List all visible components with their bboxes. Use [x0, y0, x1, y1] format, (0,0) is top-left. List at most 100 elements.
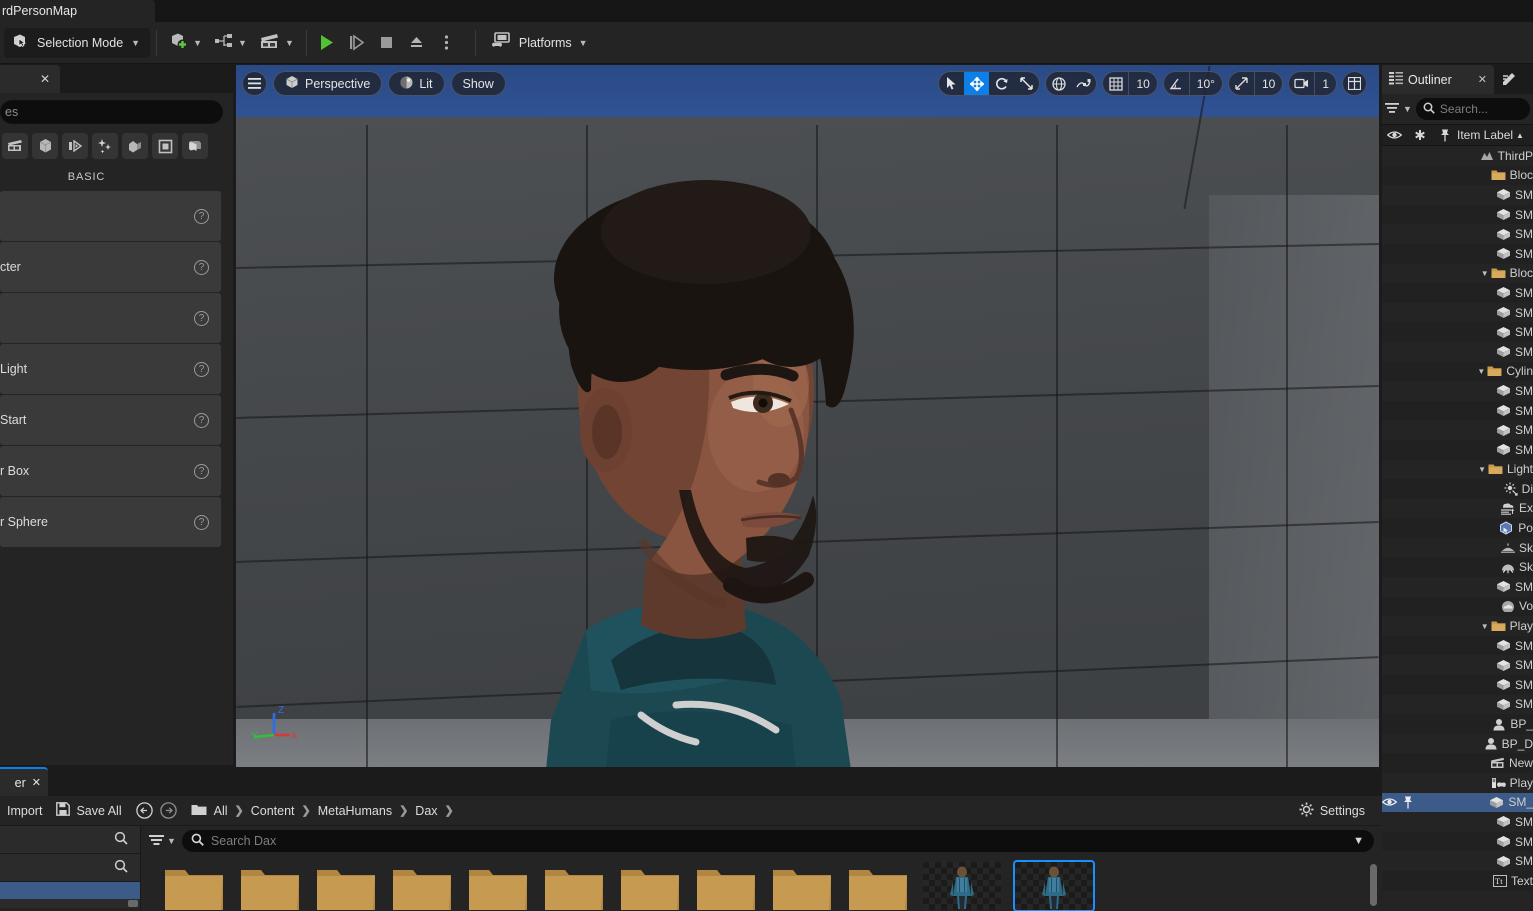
- item-label-column-header[interactable]: Item Label ▲: [1457, 128, 1533, 142]
- outliner-row[interactable]: SM: [1382, 420, 1533, 440]
- outliner-tab[interactable]: Outliner ✕: [1382, 65, 1494, 94]
- globe-icon[interactable]: [1046, 72, 1071, 95]
- outliner-row[interactable]: ▼ Bloc: [1382, 264, 1533, 284]
- folder-tile[interactable]: [163, 862, 225, 910]
- outliner-row[interactable]: SM_: [1382, 792, 1533, 813]
- star-icon[interactable]: [1407, 129, 1432, 141]
- cinematics-dropdown[interactable]: ▼: [253, 28, 300, 58]
- scale-snap-icon[interactable]: [1229, 72, 1254, 95]
- close-icon[interactable]: ✕: [40, 72, 50, 86]
- sources-search-row-bottom[interactable]: [0, 854, 140, 882]
- folder-tile[interactable]: [771, 862, 833, 910]
- close-icon[interactable]: ✕: [32, 776, 41, 789]
- folder-tile[interactable]: [391, 862, 453, 910]
- platforms-dropdown[interactable]: Platforms ▼: [482, 28, 596, 58]
- outliner-row[interactable]: BP_: [1382, 714, 1533, 734]
- outliner-row[interactable]: Play: [1382, 773, 1533, 793]
- category-basic-icon[interactable]: [32, 133, 58, 159]
- expand-caret-icon[interactable]: ▼: [1478, 465, 1486, 474]
- help-icon[interactable]: ?: [194, 514, 209, 530]
- place-actors-search-input[interactable]: es: [0, 100, 223, 124]
- breadcrumb-all[interactable]: All: [214, 804, 228, 818]
- sources-horizontal-scrollbar[interactable]: [0, 899, 140, 908]
- import-button[interactable]: Import: [0, 798, 49, 824]
- asset-search-input[interactable]: Search Dax ▼: [181, 830, 1374, 852]
- eye-icon[interactable]: [1382, 130, 1407, 140]
- outliner-row[interactable]: ▼ Cylin: [1382, 361, 1533, 382]
- category-geometry-icon[interactable]: [122, 133, 148, 159]
- angle-snap-icon[interactable]: [1164, 72, 1189, 95]
- outliner-row[interactable]: SM: [1382, 303, 1533, 323]
- outliner-row[interactable]: SM: [1382, 695, 1533, 715]
- place-actor-item[interactable]: cter ?: [0, 242, 221, 292]
- viewport-viewmode-dropdown[interactable]: Lit: [388, 71, 445, 96]
- content-browser-tab[interactable]: er ✕: [0, 767, 48, 796]
- outliner-row[interactable]: SM: [1382, 224, 1533, 244]
- sources-tree-selected-row[interactable]: [0, 882, 140, 899]
- viewport-show-dropdown[interactable]: Show: [450, 71, 506, 96]
- level-viewport[interactable]: Perspective Lit Show 10 10° 10 1 Z X Y: [236, 65, 1379, 767]
- outliner-row[interactable]: New: [1382, 753, 1533, 773]
- angle-snap-value[interactable]: 10°: [1188, 72, 1222, 95]
- place-actor-item[interactable]: Start ?: [0, 395, 221, 445]
- outliner-row[interactable]: SM: [1382, 381, 1533, 401]
- asset-filter-dropdown[interactable]: ▼: [149, 834, 176, 849]
- filter-icon[interactable]: [1385, 102, 1399, 117]
- place-actor-item[interactable]: Light ?: [0, 344, 221, 394]
- outliner-row[interactable]: SM: [1382, 851, 1533, 871]
- viewport-perspective-dropdown[interactable]: Perspective: [273, 71, 383, 96]
- close-icon[interactable]: ✕: [1478, 73, 1487, 86]
- metahuman-thumbnail[interactable]: [923, 862, 1001, 910]
- folder-tile[interactable]: [695, 862, 757, 910]
- category-volumes-icon[interactable]: [152, 133, 178, 159]
- outliner-row[interactable]: SM: [1382, 655, 1533, 675]
- outliner-row[interactable]: SM: [1382, 204, 1533, 225]
- folder-tile[interactable]: [619, 862, 681, 910]
- category-lights-icon[interactable]: [62, 133, 88, 159]
- place-actor-item[interactable]: ?: [0, 191, 221, 241]
- row-pin-toggle[interactable]: [1403, 796, 1413, 809]
- outliner-search-input[interactable]: Search...: [1415, 98, 1530, 120]
- outliner-row[interactable]: SM: [1382, 243, 1533, 264]
- outliner-row[interactable]: Di: [1382, 479, 1533, 499]
- level-tab-thirdpersonmap[interactable]: rdPersonMap: [0, 0, 155, 22]
- place-actors-tab[interactable]: ✕: [0, 65, 60, 93]
- skip-play-button[interactable]: [343, 29, 371, 57]
- folder-tile[interactable]: [847, 862, 909, 910]
- outliner-row[interactable]: SM: [1382, 439, 1533, 460]
- expand-caret-icon[interactable]: ▼: [1481, 269, 1489, 278]
- outliner-row[interactable]: SM: [1382, 400, 1533, 421]
- scale-tool-button[interactable]: [1014, 72, 1039, 95]
- outliner-row[interactable]: SM: [1382, 322, 1533, 342]
- outliner-row[interactable]: SM: [1382, 812, 1533, 832]
- play-button[interactable]: [313, 29, 341, 57]
- eject-button[interactable]: [403, 29, 431, 57]
- outliner-row[interactable]: ▼ Light: [1382, 460, 1533, 480]
- expand-caret-icon[interactable]: ▼: [1481, 622, 1489, 631]
- category-all-classes-icon[interactable]: [182, 133, 208, 159]
- viewport-layout-icon[interactable]: [1342, 71, 1367, 96]
- expand-caret-icon[interactable]: ▼: [1477, 367, 1485, 376]
- sources-search-row-top[interactable]: [0, 826, 140, 854]
- outliner-row[interactable]: Bloc: [1382, 165, 1533, 186]
- help-icon[interactable]: ?: [194, 208, 209, 224]
- outliner-row[interactable]: BP_D: [1382, 734, 1533, 754]
- outliner-row[interactable]: ▼ Play: [1382, 616, 1533, 636]
- metahuman-thumbnail[interactable]: [1013, 860, 1095, 911]
- outliner-row[interactable]: Po: [1382, 518, 1533, 538]
- outliner-row[interactable]: Tt Text: [1382, 870, 1533, 891]
- outliner-row[interactable]: Sk: [1382, 538, 1533, 558]
- folder-tile[interactable]: [467, 862, 529, 910]
- stop-button[interactable]: [373, 29, 401, 57]
- chevron-down-icon[interactable]: ▼: [1403, 104, 1412, 114]
- details-pencil-icon[interactable]: [1502, 71, 1517, 89]
- content-browser-settings-button[interactable]: Settings: [1292, 798, 1372, 824]
- breadcrumb-content[interactable]: Content: [251, 804, 295, 818]
- select-tool-button[interactable]: [939, 72, 964, 95]
- nav-forward-button[interactable]: [159, 798, 184, 824]
- chevron-down-icon[interactable]: ▼: [1353, 835, 1364, 847]
- surface-snap-icon[interactable]: [1071, 72, 1096, 95]
- breadcrumb-metahumans[interactable]: MetaHumans: [318, 804, 392, 818]
- row-visibility-toggle[interactable]: [1382, 797, 1397, 807]
- nav-back-button[interactable]: [129, 798, 160, 824]
